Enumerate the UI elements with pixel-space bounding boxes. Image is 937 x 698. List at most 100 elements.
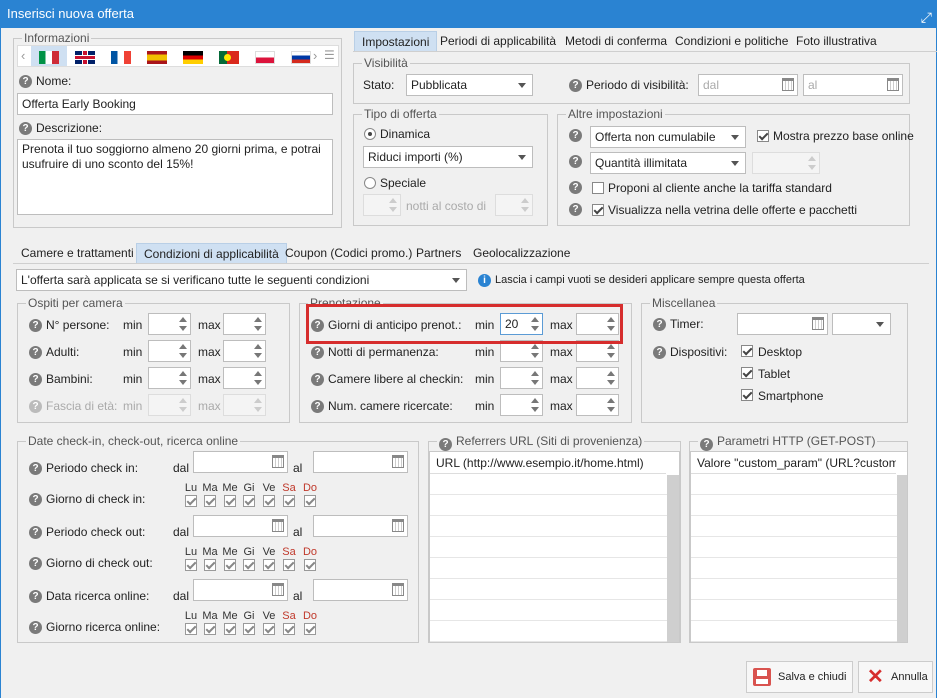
tab-impostazioni[interactable]: Impostazioni xyxy=(354,31,438,51)
help-icon[interactable] xyxy=(29,462,42,475)
spanish-flag-icon[interactable] xyxy=(147,51,167,64)
weekday-checkbox[interactable] xyxy=(224,495,236,507)
tab-condizioni-applicabilita[interactable]: Condizioni di applicabilità xyxy=(136,243,287,263)
calendar-icon[interactable] xyxy=(392,519,404,532)
visibilita-al-input[interactable]: al xyxy=(803,74,903,96)
ospiti-min-spinner[interactable] xyxy=(148,313,191,335)
weekday-checkbox[interactable] xyxy=(263,623,275,635)
weekday-checkbox[interactable] xyxy=(185,559,197,571)
speciale-radio[interactable] xyxy=(364,177,376,189)
tab-camere[interactable]: Camere e trattamenti xyxy=(14,243,141,263)
weekday-checkbox[interactable] xyxy=(304,559,316,571)
help-icon[interactable] xyxy=(29,319,42,332)
ospiti-max-spinner[interactable] xyxy=(223,394,266,416)
tab-metodi[interactable]: Metodi di conferma xyxy=(558,31,674,51)
calendar-icon[interactable] xyxy=(782,78,794,91)
grid-row[interactable] xyxy=(430,495,679,516)
ospiti-min-spinner[interactable] xyxy=(148,394,191,416)
help-icon[interactable] xyxy=(700,438,713,451)
calendar-icon[interactable] xyxy=(812,317,824,330)
italian-flag-icon[interactable] xyxy=(39,51,59,64)
prenotazione-max-spinner[interactable] xyxy=(576,367,619,389)
german-flag-icon[interactable] xyxy=(183,51,203,64)
date-from-input[interactable] xyxy=(193,579,288,601)
grid-row[interactable] xyxy=(691,495,907,516)
date-from-input[interactable] xyxy=(193,515,288,537)
help-icon[interactable] xyxy=(29,621,42,634)
weekday-checkbox[interactable] xyxy=(204,495,216,507)
calendar-icon[interactable] xyxy=(272,519,284,532)
grid-row[interactable] xyxy=(691,516,907,537)
list-icon[interactable]: ☰ xyxy=(324,48,335,62)
grid-row[interactable] xyxy=(430,474,679,495)
weekday-checkbox[interactable] xyxy=(283,559,295,571)
grid-row[interactable] xyxy=(430,579,679,600)
weekday-checkbox[interactable] xyxy=(224,623,236,635)
calendar-icon[interactable] xyxy=(272,583,284,596)
calendar-icon[interactable] xyxy=(392,583,404,596)
prenotazione-min-spinner[interactable] xyxy=(500,367,543,389)
weekday-checkbox[interactable] xyxy=(283,623,295,635)
timer-date-input[interactable] xyxy=(737,313,828,335)
cancel-button[interactable]: ✕ Annulla xyxy=(858,661,933,693)
help-icon[interactable] xyxy=(569,181,582,194)
help-icon[interactable] xyxy=(311,400,324,413)
referrers-grid[interactable]: URL (http://www.esempio.it/home.html) xyxy=(429,451,680,643)
scrollbar[interactable] xyxy=(667,475,679,642)
help-icon[interactable] xyxy=(29,373,42,386)
grid-row[interactable] xyxy=(691,558,907,579)
grid-row[interactable] xyxy=(691,474,907,495)
portuguese-flag-icon[interactable] xyxy=(219,51,239,64)
prenotazione-min-spinner[interactable] xyxy=(500,394,543,416)
params-grid[interactable]: Valore "custom_param" (URL?custom_param=… xyxy=(690,451,908,643)
grid-row[interactable] xyxy=(691,600,907,621)
grid-row[interactable] xyxy=(430,516,679,537)
help-icon[interactable] xyxy=(19,75,32,88)
smartphone-checkbox[interactable] xyxy=(741,389,753,401)
help-icon[interactable] xyxy=(29,590,42,603)
riduci-importi-select[interactable]: Riduci importi (%) xyxy=(363,146,533,168)
date-to-input[interactable] xyxy=(313,451,408,473)
help-icon[interactable] xyxy=(569,155,582,168)
mostra-prezzo-checkbox[interactable] xyxy=(757,130,769,142)
grid-row[interactable] xyxy=(691,621,907,642)
notti-spinner[interactable] xyxy=(363,194,401,216)
weekday-checkbox[interactable] xyxy=(185,623,197,635)
help-icon[interactable] xyxy=(311,373,324,386)
maximize-icon[interactable]: ⤢ xyxy=(921,3,932,31)
tab-coupon[interactable]: Coupon (Codici promo.) xyxy=(278,243,419,263)
help-icon[interactable] xyxy=(439,438,452,451)
scrollbar[interactable] xyxy=(897,475,907,642)
help-icon[interactable] xyxy=(311,346,324,359)
ospiti-min-spinner[interactable] xyxy=(148,340,191,362)
timer-time-select[interactable] xyxy=(832,313,891,335)
polish-flag-icon[interactable] xyxy=(255,51,275,64)
ospiti-max-spinner[interactable] xyxy=(223,313,266,335)
date-to-input[interactable] xyxy=(313,579,408,601)
descrizione-textarea[interactable]: Prenota il tuo soggiorno almeno 20 giorn… xyxy=(17,139,333,215)
grid-row[interactable] xyxy=(430,558,679,579)
chevron-left-icon[interactable]: ‹ xyxy=(21,48,25,63)
chevron-right-icon[interactable]: › xyxy=(313,48,317,63)
grid-row[interactable] xyxy=(430,600,679,621)
help-icon[interactable] xyxy=(569,203,582,216)
stato-select[interactable]: Pubblicata xyxy=(406,74,533,96)
date-from-input[interactable] xyxy=(193,451,288,473)
date-to-input[interactable] xyxy=(313,515,408,537)
ospiti-min-spinner[interactable] xyxy=(148,367,191,389)
grid-row[interactable] xyxy=(691,579,907,600)
weekday-checkbox[interactable] xyxy=(243,623,255,635)
grid-row[interactable] xyxy=(430,537,679,558)
grid-row[interactable] xyxy=(691,537,907,558)
quantita-spinner[interactable] xyxy=(752,152,820,174)
calendar-icon[interactable] xyxy=(887,78,899,91)
help-icon[interactable] xyxy=(569,129,582,142)
tab-geolocalizzazione[interactable]: Geolocalizzazione xyxy=(466,243,577,263)
weekday-checkbox[interactable] xyxy=(263,559,275,571)
visibilita-dal-input[interactable]: dal xyxy=(698,74,798,96)
help-icon[interactable] xyxy=(29,493,42,506)
help-icon[interactable] xyxy=(29,557,42,570)
ospiti-max-spinner[interactable] xyxy=(223,340,266,362)
weekday-checkbox[interactable] xyxy=(243,559,255,571)
help-icon[interactable] xyxy=(29,400,42,413)
